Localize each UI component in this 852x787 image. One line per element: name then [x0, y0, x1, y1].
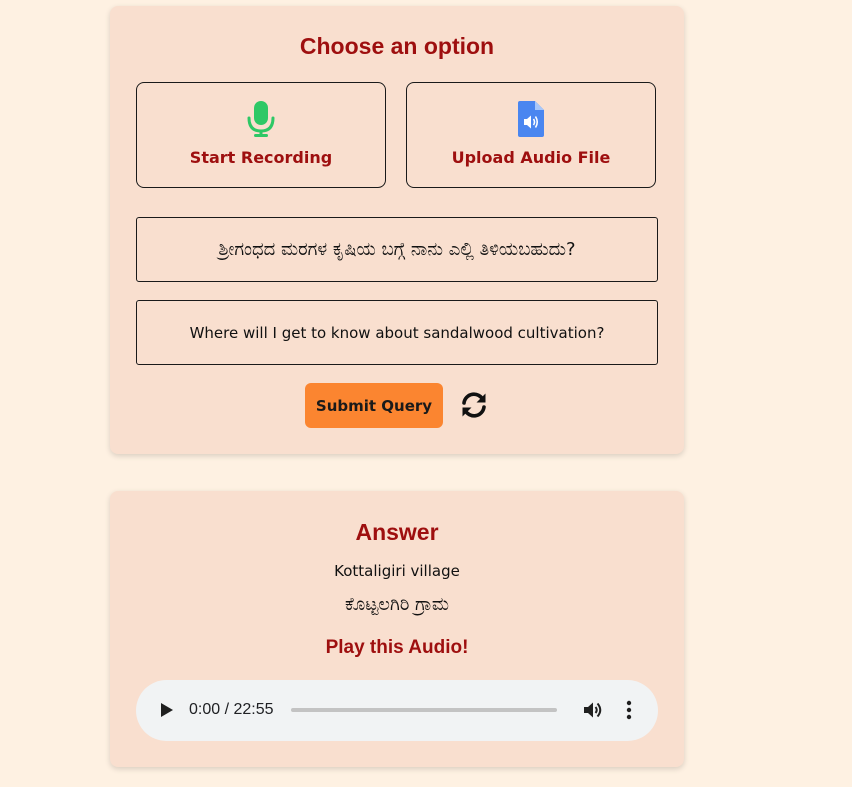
refresh-icon[interactable] [459, 390, 489, 420]
submit-query-button[interactable]: Submit Query [305, 383, 443, 428]
audio-time-display: 0:00 / 22:55 [189, 701, 274, 718]
upload-audio-option[interactable]: Upload Audio File [406, 82, 656, 188]
play-icon[interactable] [156, 700, 176, 720]
query-card-title: Choose an option [299, 33, 495, 59]
upload-audio-label: Upload Audio File [451, 148, 611, 167]
answer-title: Answer [355, 519, 439, 545]
start-recording-option[interactable]: Start Recording [136, 82, 386, 188]
audio-file-icon [518, 101, 544, 137]
more-options-icon[interactable] [620, 699, 638, 721]
query-card: Choose an option Start Recording Upload … [110, 6, 684, 454]
english-query-field[interactable]: Where will I get to know about sandalwoo… [136, 300, 658, 365]
audio-player: 0:00 / 22:55 [136, 680, 658, 741]
native-query-field[interactable]: ಶ್ರೀಗಂಧದ ಮರಗಳ ಕೃಷಿಯ ಬಗ್ಗೆ ನಾನು ಎಲ್ಲಿ ತಿಳ… [136, 217, 658, 282]
answer-native-text: ಕೊಟ್ಟಲಗಿರಿ ಗ್ರಾಮ [344, 594, 450, 615]
play-audio-label: Play this Audio! [325, 637, 469, 658]
volume-icon[interactable] [582, 699, 604, 721]
answer-card: Answer Kottaligiri village ಕೊಟ್ಟಲಗಿರಿ ಗ್… [110, 491, 684, 767]
start-recording-label: Start Recording [189, 148, 333, 167]
microphone-icon [247, 101, 275, 137]
audio-seek-bar[interactable] [291, 708, 557, 712]
answer-english-text: Kottaligiri village [334, 562, 460, 580]
